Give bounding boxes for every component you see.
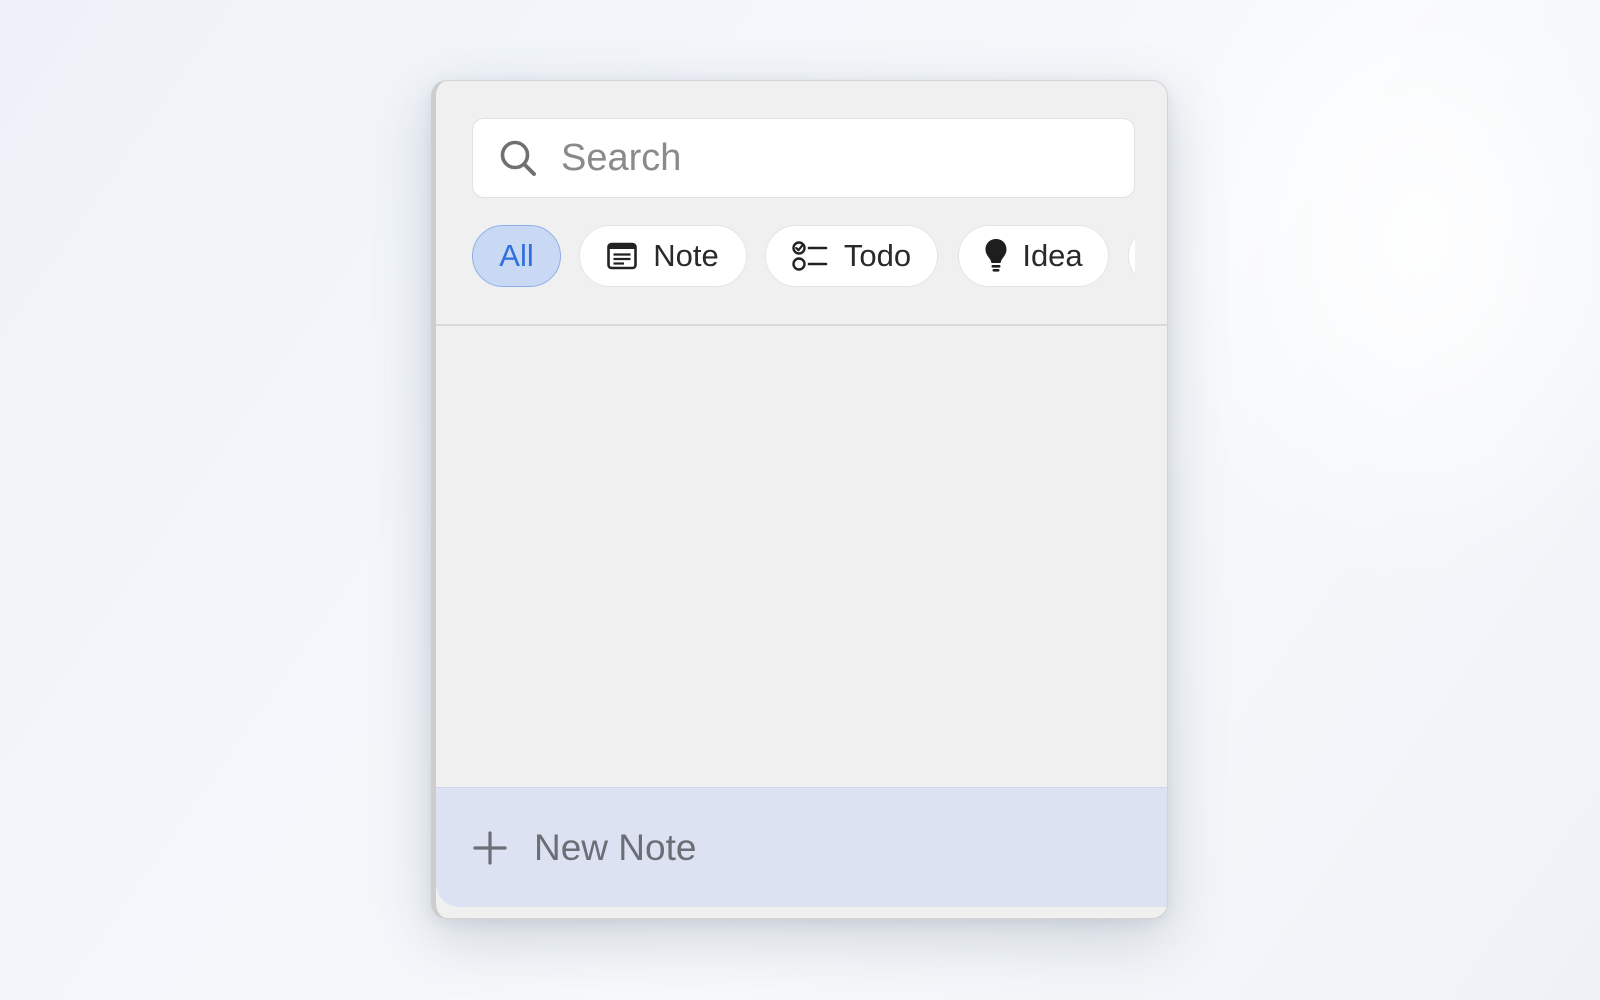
filter-chip-todo[interactable]: Todo: [765, 225, 938, 287]
note-icon: [607, 242, 638, 270]
filter-chip-label: Idea: [1022, 238, 1083, 273]
lightbulb-icon: [984, 238, 1008, 274]
filter-chip-label: Todo: [843, 238, 912, 273]
filter-chip-label: All: [499, 238, 534, 273]
search-box[interactable]: [472, 118, 1135, 198]
notes-list-empty: [436, 326, 1167, 866]
filter-chip-label: Note: [653, 238, 719, 273]
filter-chip-all[interactable]: All: [472, 225, 561, 287]
notes-popover: All Note: [431, 80, 1168, 919]
new-note-label: New Note: [534, 826, 697, 868]
checklist-icon: [792, 240, 828, 272]
filter-chip-idea[interactable]: Idea: [958, 225, 1109, 287]
background-glow: [1150, 0, 1600, 600]
filter-chip-note[interactable]: Note: [579, 225, 747, 287]
filter-chip-bar: All Note Todo Idea: [472, 225, 1135, 289]
plus-icon: [472, 830, 508, 866]
new-note-button[interactable]: New Note: [436, 787, 1167, 907]
filter-chip-more[interactable]: [1128, 225, 1135, 287]
search-icon: [497, 137, 539, 179]
search-input[interactable]: [559, 127, 1123, 189]
